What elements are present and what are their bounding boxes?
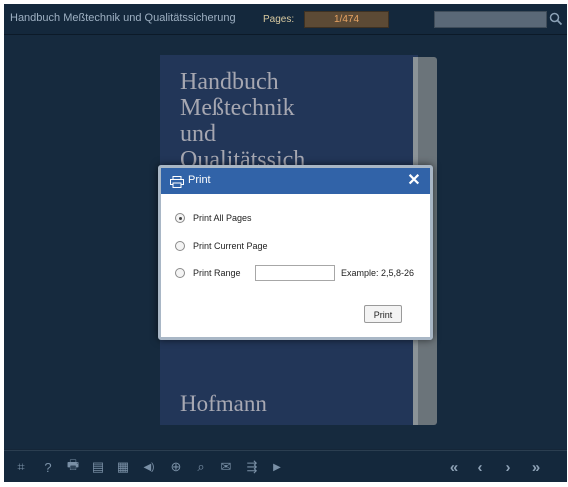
book-title: Handbuch Meßtechnik und Qualitätssicheru… (10, 12, 236, 24)
print-range-hint: Example: 2,5,8-26 (341, 268, 415, 278)
email-icon[interactable]: ✉ (214, 451, 238, 482)
print-dialog-header: Print ✕ (161, 168, 430, 194)
print-dialog-title: Print (188, 174, 211, 186)
last-page-icon[interactable]: » (524, 451, 548, 482)
option-print-current-page[interactable]: Print Current Page (175, 239, 268, 253)
top-bar: Handbuch Meßtechnik und Qualitätssicheru… (4, 4, 567, 35)
previous-page-icon[interactable]: ‹ (468, 451, 492, 482)
sound-icon[interactable]: ◀) (137, 451, 161, 482)
thumbnails-icon[interactable]: ▦ (111, 451, 135, 482)
page-number-input[interactable]: 1/474 (304, 11, 389, 28)
option-label: Print Range (193, 268, 241, 278)
option-label: Print Current Page (193, 241, 268, 251)
cover-author: Hofmann (180, 391, 267, 416)
help-icon[interactable]: ? (36, 451, 60, 482)
zoom-in-icon[interactable]: ⊕ (164, 451, 188, 482)
search-icon[interactable] (549, 12, 563, 26)
next-page-icon[interactable]: › (496, 451, 520, 482)
flipbook-viewer: Handbuch Meßtechnik und Qualitätssicheru… (4, 4, 567, 482)
search-input[interactable] (434, 11, 547, 28)
autoplay-icon[interactable]: ▶ (265, 451, 289, 482)
document-icon[interactable]: ▤ (86, 451, 110, 482)
fullscreen-icon[interactable]: ⌗ (9, 451, 33, 482)
bottom-toolbar: ⌗ ? 🖶 ▤ ▦ ◀) ⊕ ⌕ ✉ ⇶ ▶ « ‹ › » (4, 450, 567, 482)
radio-print-current-page[interactable] (175, 241, 185, 251)
print-icon[interactable]: 🖶 (61, 451, 85, 482)
print-dialog: Print ✕ Print All Pages Print Current Pa… (158, 165, 433, 340)
cover-title: Handbuch Meßtechnik und Qualitätssich (180, 69, 306, 173)
printer-icon (170, 175, 184, 188)
print-button[interactable]: Print (364, 305, 402, 323)
option-print-all-pages[interactable]: Print All Pages (175, 211, 252, 225)
print-range-input[interactable] (255, 265, 335, 281)
share-icon[interactable]: ⇶ (240, 451, 264, 482)
radio-print-all-pages[interactable] (175, 213, 185, 223)
close-icon[interactable]: ✕ (405, 172, 423, 190)
first-page-icon[interactable]: « (442, 451, 466, 482)
pages-label: Pages: (263, 14, 295, 25)
option-print-range[interactable]: Print Range (175, 266, 241, 280)
option-label: Print All Pages (193, 213, 252, 223)
search-icon[interactable]: ⌕ (189, 451, 213, 482)
radio-print-range[interactable] (175, 268, 185, 278)
